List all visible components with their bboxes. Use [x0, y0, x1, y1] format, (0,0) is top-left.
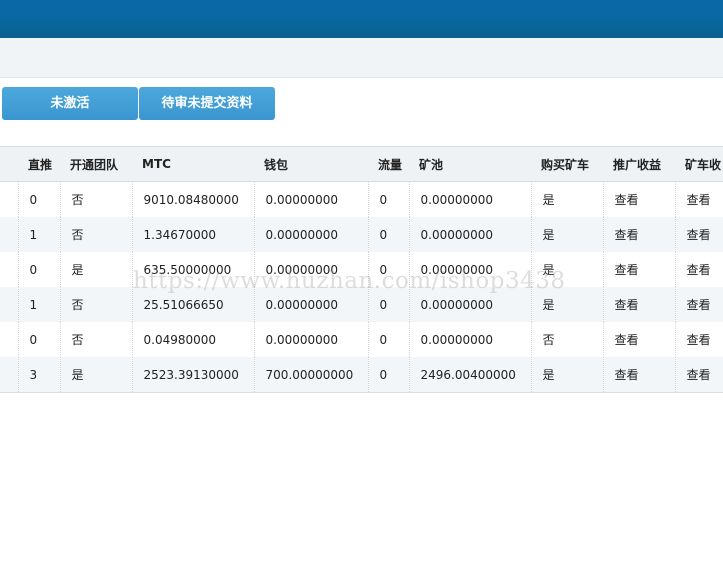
cell-wallet: 0.00000000 — [253, 181, 368, 217]
table-row: 0 否 0.04980000 0.00000000 0 0.00000000 否… — [0, 322, 723, 357]
view-promo-link[interactable]: 查看 — [602, 357, 675, 393]
table-row: 0 是 635.50000000 0.00000000 0 0.00000000… — [0, 252, 723, 287]
view-cart-link[interactable]: 查看 — [674, 357, 723, 393]
col-header-flow: 流量 — [368, 146, 409, 182]
cell-buy-cart: 否 — [530, 322, 603, 357]
col-header-mtc: MTC — [132, 146, 254, 182]
cell-team-link[interactable]: 否 — [59, 287, 132, 322]
row-edge-cell — [0, 217, 18, 252]
col-header-buy-cart: 购买矿车 — [531, 146, 603, 182]
view-cart-link[interactable]: 查看 — [674, 287, 723, 322]
table-row: 1 否 25.51066650 0.00000000 0 0.00000000 … — [0, 287, 723, 322]
cell-zhitui: 1 — [17, 287, 60, 322]
filter-inactive-button[interactable]: 未激活 — [2, 87, 138, 120]
view-promo-link[interactable]: 查看 — [602, 287, 675, 322]
cell-wallet: 0.00000000 — [253, 252, 368, 287]
cell-buy-cart: 是 — [530, 357, 603, 393]
row-edge-cell — [0, 357, 18, 393]
view-promo-link[interactable]: 查看 — [602, 217, 675, 252]
view-promo-link[interactable]: 查看 — [602, 252, 675, 287]
view-promo-link[interactable]: 查看 — [602, 322, 675, 357]
cell-pool: 0.00000000 — [408, 181, 531, 217]
top-header-bar — [0, 0, 723, 38]
col-header-zhitui: 直推 — [18, 146, 60, 182]
col-header-pool: 矿池 — [409, 146, 531, 182]
col-header-cart-income: 矿车收 — [675, 146, 723, 182]
view-promo-link[interactable]: 查看 — [602, 181, 675, 217]
col-header-promo-income: 推广收益 — [603, 146, 675, 182]
cell-pool: 2496.00400000 — [408, 357, 531, 393]
cell-mtc: 0.04980000 — [131, 322, 254, 357]
cell-pool: 0.00000000 — [408, 287, 531, 322]
cell-wallet: 0.00000000 — [253, 322, 368, 357]
cell-zhitui: 0 — [17, 322, 60, 357]
cell-pool: 0.00000000 — [408, 217, 531, 252]
cell-team-link[interactable]: 否 — [59, 181, 132, 217]
col-header-blank — [0, 146, 18, 182]
cell-team-link[interactable]: 是 — [59, 357, 132, 393]
cell-zhitui: 0 — [17, 181, 60, 217]
cell-mtc: 25.51066650 — [131, 287, 254, 322]
cell-wallet: 700.00000000 — [253, 357, 368, 393]
cell-flow: 0 — [367, 322, 409, 357]
cell-wallet: 0.00000000 — [253, 287, 368, 322]
cell-mtc: 2523.39130000 — [131, 357, 254, 393]
cell-zhitui: 1 — [17, 217, 60, 252]
filter-pending-button[interactable]: 待审未提交资料 — [139, 87, 275, 120]
col-header-wallet: 钱包 — [254, 146, 368, 182]
cell-flow: 0 — [367, 287, 409, 322]
table-row: 1 否 1.34670000 0.00000000 0 0.00000000 是… — [0, 217, 723, 252]
view-cart-link[interactable]: 查看 — [674, 252, 723, 287]
table-row: 3 是 2523.39130000 700.00000000 0 2496.00… — [0, 357, 723, 393]
cell-flow: 0 — [367, 181, 409, 217]
members-table: 直推 开通团队 MTC 钱包 流量 矿池 购买矿车 推广收益 矿车收 0 否 9… — [0, 146, 723, 393]
row-edge-cell — [0, 322, 18, 357]
cell-buy-cart: 是 — [530, 252, 603, 287]
view-cart-link[interactable]: 查看 — [674, 322, 723, 357]
view-cart-link[interactable]: 查看 — [674, 181, 723, 217]
cell-buy-cart: 是 — [530, 287, 603, 322]
view-cart-link[interactable]: 查看 — [674, 217, 723, 252]
table-header-row: 直推 开通团队 MTC 钱包 流量 矿池 购买矿车 推广收益 矿车收 — [0, 146, 723, 182]
cell-pool: 0.00000000 — [408, 252, 531, 287]
cell-team-link[interactable]: 是 — [59, 252, 132, 287]
cell-flow: 0 — [367, 217, 409, 252]
cell-buy-cart: 是 — [530, 217, 603, 252]
cell-team-link[interactable]: 否 — [59, 217, 132, 252]
table-row: 0 否 9010.08480000 0.00000000 0 0.0000000… — [0, 181, 723, 218]
row-edge-cell — [0, 287, 18, 322]
cell-mtc: 1.34670000 — [131, 217, 254, 252]
cell-pool: 0.00000000 — [408, 322, 531, 357]
cell-flow: 0 — [367, 357, 409, 393]
cell-team-link[interactable]: 否 — [59, 322, 132, 357]
sub-header-bar — [0, 38, 723, 78]
cell-wallet: 0.00000000 — [253, 217, 368, 252]
cell-zhitui: 0 — [17, 252, 60, 287]
cell-zhitui: 3 — [17, 357, 60, 393]
row-edge-cell — [0, 182, 18, 218]
cell-mtc: 9010.08480000 — [131, 181, 254, 217]
col-header-team: 开通团队 — [60, 146, 132, 182]
cell-flow: 0 — [367, 252, 409, 287]
row-edge-cell — [0, 252, 18, 287]
cell-mtc: 635.50000000 — [131, 252, 254, 287]
cell-buy-cart: 是 — [530, 181, 603, 217]
